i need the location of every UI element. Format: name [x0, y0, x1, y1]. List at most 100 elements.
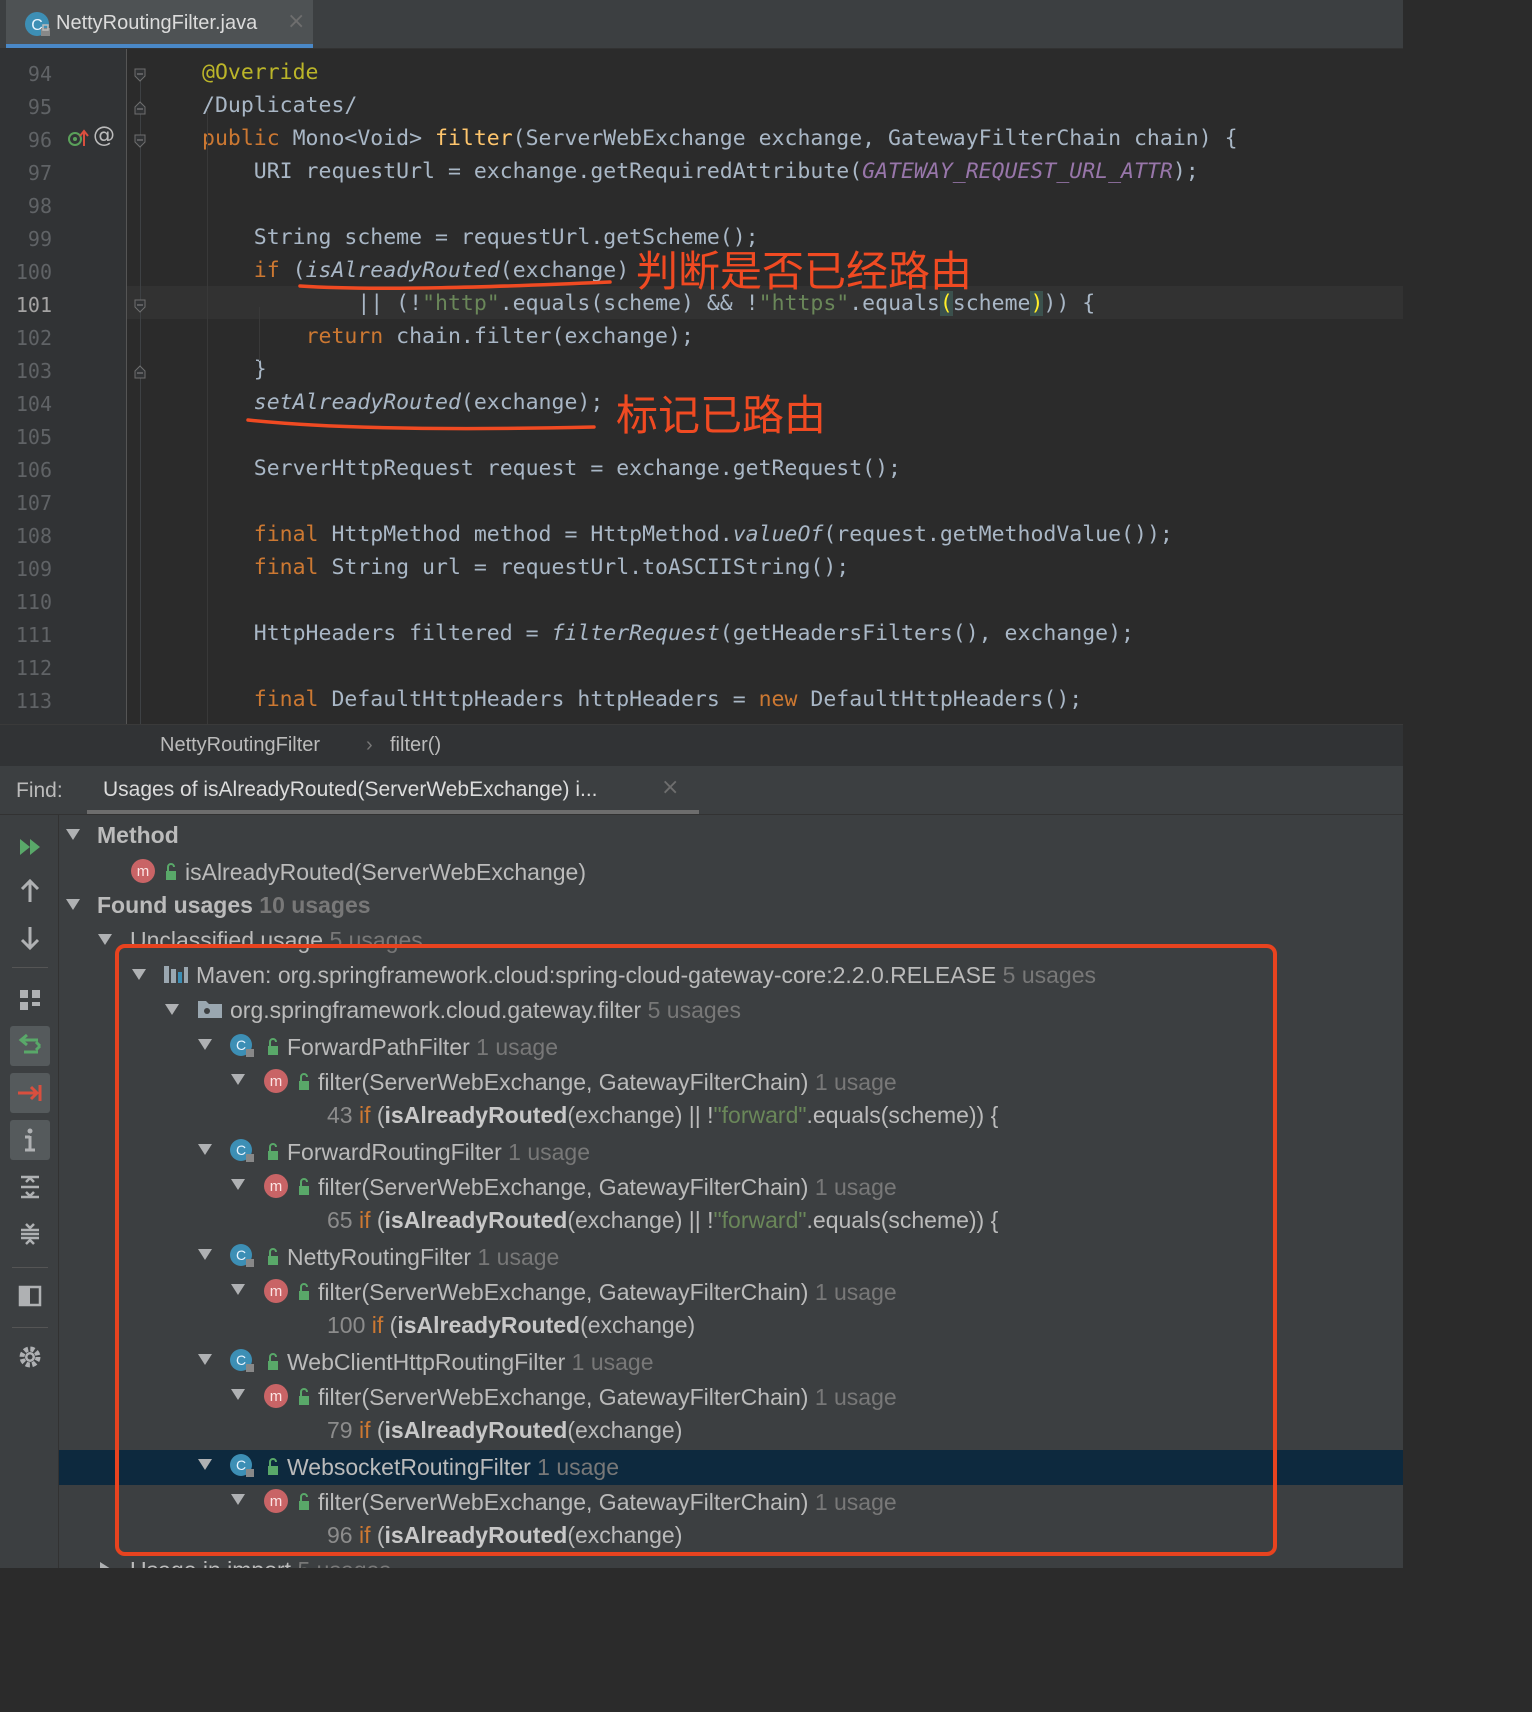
- class-name: NettyRoutingFilter: [287, 1244, 472, 1271]
- package-label: org.springframework.cloud.gateway.filter: [230, 997, 642, 1024]
- tree-class-item[interactable]: C WebsocketRoutingFilter 1 usage: [59, 1450, 1403, 1485]
- tree-method-usage[interactable]: m filter(ServerWebExchange, GatewayFilter…: [59, 1485, 1403, 1520]
- code-line[interactable]: public Mono<Void> filter(ServerWebExchan…: [202, 126, 1238, 151]
- public-lock-icon: [265, 1246, 281, 1273]
- tree-method-usage[interactable]: m filter(ServerWebExchange, GatewayFilter…: [59, 1275, 1403, 1310]
- code-line[interactable]: }: [202, 357, 267, 382]
- collapse-arrow-icon[interactable]: [230, 1176, 246, 1192]
- tree-method-usage[interactable]: m filter(ServerWebExchange, GatewayFilter…: [59, 1170, 1403, 1205]
- close-find-tab-icon[interactable]: ×: [661, 775, 679, 800]
- rerun-icon[interactable]: [10, 827, 50, 867]
- code-line[interactable]: /Duplicates/: [202, 93, 357, 118]
- collapse-arrow-icon[interactable]: [230, 1281, 246, 1297]
- tree-method-usage[interactable]: m filter(ServerWebExchange, GatewayFilter…: [59, 1380, 1403, 1415]
- collapse-arrow-icon[interactable]: [197, 1141, 213, 1157]
- collapse-arrow-icon[interactable]: [197, 1456, 213, 1472]
- method-icon: m: [129, 857, 157, 891]
- fold-collapse-icon[interactable]: [134, 68, 146, 82]
- show-write-access-icon[interactable]: [10, 1073, 50, 1113]
- code-token: return: [305, 324, 397, 349]
- collapse-arrow-icon[interactable]: [230, 1491, 246, 1507]
- tree-usage-line[interactable]: 43 if (isAlreadyRouted(exchange) || !"fo…: [59, 1100, 1403, 1135]
- collapse-arrow-icon[interactable]: [65, 896, 81, 912]
- fold-guide: [140, 71, 141, 724]
- tree-usage-line[interactable]: 100 if (isAlreadyRouted(exchange): [59, 1310, 1403, 1345]
- previous-occurrence-icon[interactable]: [10, 872, 50, 912]
- tree-method-item[interactable]: m isAlreadyRouted(ServerWebExchange): [59, 855, 1403, 890]
- tree-package[interactable]: org.springframework.cloud.gateway.filter…: [59, 995, 1403, 1030]
- tree-usage-line-content: 79 if (isAlreadyRouted(exchange): [327, 1417, 683, 1443]
- annotation-at-icon[interactable]: @: [93, 123, 115, 148]
- code-line[interactable]: setAlreadyRouted(exchange);: [202, 390, 604, 415]
- line-number: 96: [27, 128, 52, 152]
- code-token: )) {: [1043, 291, 1096, 316]
- breadcrumb-method[interactable]: filter(): [390, 734, 441, 757]
- tree-class-item[interactable]: C ForwardRoutingFilter 1 usage: [59, 1135, 1403, 1170]
- find-results-tab[interactable]: Usages of isAlreadyRouted(ServerWebExcha…: [87, 766, 699, 814]
- find-tab-title: Usages of isAlreadyRouted(ServerWebExcha…: [103, 778, 598, 801]
- code-line[interactable]: final DefaultHttpHeaders httpHeaders = n…: [202, 687, 1082, 712]
- tree-method-usage[interactable]: m filter(ServerWebExchange, GatewayFilter…: [59, 1065, 1403, 1100]
- tree-class-item[interactable]: C NettyRoutingFilter 1 usage: [59, 1240, 1403, 1275]
- method-icon: m: [262, 1382, 290, 1416]
- show-read-access-icon[interactable]: [10, 1026, 50, 1066]
- next-occurrence-icon[interactable]: [10, 917, 50, 957]
- settings-gear-icon[interactable]: [10, 1337, 50, 1377]
- fold-end-icon[interactable]: [134, 365, 146, 379]
- expand-all-icon[interactable]: [10, 1167, 50, 1207]
- collapse-arrow-icon[interactable]: [197, 1246, 213, 1262]
- collapse-arrow-icon[interactable]: [131, 966, 147, 982]
- collapse-arrow-icon[interactable]: [65, 826, 81, 842]
- collapse-all-icon[interactable]: [10, 1214, 50, 1254]
- usage-code: (exchange) || !: [567, 1102, 714, 1128]
- code-line[interactable]: final HttpMethod method = HttpMethod.val…: [202, 522, 1173, 547]
- breadcrumb-separator: ›: [366, 734, 373, 756]
- line-number: 107: [15, 491, 52, 515]
- group-by-icon[interactable]: [10, 980, 50, 1020]
- code-line[interactable]: ServerHttpRequest request = exchange.get…: [202, 456, 901, 481]
- fold-collapse-icon[interactable]: [134, 134, 146, 148]
- tree-class-item-content: C NettyRoutingFilter 1 usage: [229, 1242, 559, 1276]
- editor-tab[interactable]: C NettyRoutingFilter.java ×: [6, 0, 313, 48]
- svg-text:m: m: [137, 863, 150, 880]
- code-line[interactable]: return chain.filter(exchange);: [202, 324, 694, 349]
- code-editor[interactable]: 94 95 96 97 98 99 100 101 102 103 104 105 106 107 108 1…: [0, 49, 1403, 724]
- info-icon[interactable]: [10, 1120, 50, 1160]
- tree-usage-line[interactable]: 65 if (isAlreadyRouted(exchange) || !"fo…: [59, 1205, 1403, 1240]
- method-icon: m: [262, 1487, 290, 1521]
- code-line[interactable]: HttpHeaders filtered = filterRequest(get…: [202, 621, 1134, 646]
- collapse-arrow-icon[interactable]: [164, 1001, 180, 1017]
- override-method-icon[interactable]: [66, 128, 90, 154]
- tree-usage-in-import[interactable]: Usage in import 5 usages: [59, 1555, 1403, 1568]
- svg-text:C: C: [236, 1457, 246, 1473]
- expand-arrow-icon[interactable]: [97, 1561, 113, 1568]
- underline-mark: [246, 418, 596, 431]
- code-line[interactable]: URI requestUrl = exchange.getRequiredAtt…: [202, 159, 1199, 184]
- tree-class-item[interactable]: C WebClientHttpRoutingFilter 1 usage: [59, 1345, 1403, 1380]
- fold-collapse-icon[interactable]: [134, 299, 146, 313]
- code-line[interactable]: @Override: [202, 60, 319, 85]
- tree-maven-library[interactable]: Maven: org.springframework.cloud:spring-…: [59, 960, 1403, 995]
- code-token: ServerHttpRequest request = exchange.get…: [202, 456, 901, 481]
- collapse-arrow-icon[interactable]: [97, 931, 113, 947]
- underline-mark: [298, 280, 612, 291]
- collapse-arrow-icon[interactable]: [197, 1351, 213, 1367]
- close-tab-icon[interactable]: ×: [287, 9, 305, 34]
- tree-usage-line[interactable]: 79 if (isAlreadyRouted(exchange): [59, 1415, 1403, 1450]
- breadcrumb-class[interactable]: NettyRoutingFilter: [160, 734, 320, 757]
- collapse-arrow-icon[interactable]: [197, 1036, 213, 1052]
- collapse-arrow-icon[interactable]: [230, 1386, 246, 1402]
- tree-method-header[interactable]: Method: [59, 820, 1403, 855]
- fold-end-icon[interactable]: [134, 101, 146, 115]
- tree-found-usages[interactable]: Found usages 10 usages: [59, 890, 1403, 925]
- collapse-arrow-icon[interactable]: [230, 1071, 246, 1087]
- preview-pane-icon[interactable]: [10, 1276, 50, 1316]
- code-token: (getHeadersFilters(), exchange);: [719, 621, 1134, 646]
- usages-tree[interactable]: Method m isAlreadyRouted(ServerWebExchange…: [59, 815, 1403, 1568]
- tree-usage-line[interactable]: 96 if (isAlreadyRouted(exchange): [59, 1520, 1403, 1555]
- tree-class-item[interactable]: C ForwardPathFilter 1 usage: [59, 1030, 1403, 1065]
- code-line[interactable]: final String url = requestUrl.toASCIIStr…: [202, 555, 849, 580]
- tree-unclassified[interactable]: Unclassified usage 5 usages: [59, 925, 1403, 960]
- public-lock-icon: [265, 1351, 281, 1378]
